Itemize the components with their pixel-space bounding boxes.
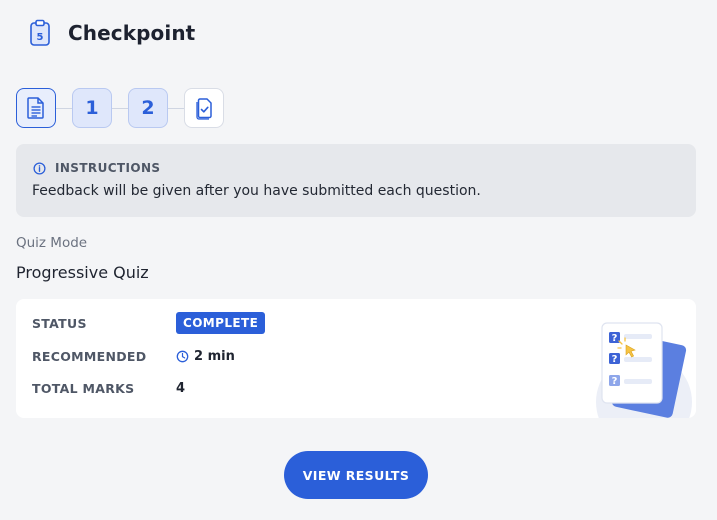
recommended-value: 2 min [176, 349, 235, 364]
recommended-time: 2 min [194, 349, 235, 364]
quiz-mode-value: Progressive Quiz [16, 263, 149, 282]
page-header: 5 Checkpoint [26, 18, 195, 48]
total-marks-label: TOTAL MARKS [32, 381, 135, 396]
quiz-mode-label: Quiz Mode [16, 235, 88, 251]
clipboard-number: 5 [37, 32, 44, 43]
quiz-illustration-icon: ? ? ? [596, 322, 692, 418]
info-icon [33, 161, 46, 175]
page-title: Checkpoint [68, 21, 196, 45]
step-question-1[interactable]: 1 [72, 88, 112, 128]
total-marks-row: TOTAL MARKS 4 [32, 381, 185, 396]
recommended-label: RECOMMENDED [32, 349, 147, 364]
svg-text:?: ? [612, 354, 618, 365]
document-icon [27, 97, 44, 119]
view-results-button[interactable]: VIEW RESULTS [284, 451, 428, 499]
total-marks-value: 4 [176, 381, 186, 396]
status-badge: COMPLETE [176, 312, 266, 334]
clipboard-number-icon: 5 [30, 19, 50, 46]
step-connector [112, 107, 128, 109]
step-question-2[interactable]: 2 [128, 88, 168, 128]
step-connector [56, 107, 72, 109]
instructions-heading: INSTRUCTIONS [33, 161, 160, 175]
clipboard-check-icon [196, 98, 212, 120]
step-instructions[interactable] [16, 88, 56, 128]
svg-text:?: ? [612, 376, 618, 387]
svg-text:?: ? [612, 333, 618, 344]
clock-icon [176, 350, 189, 363]
recommended-row: RECOMMENDED 2 min [32, 349, 235, 364]
instructions-text: Feedback will be given after you have su… [32, 183, 481, 199]
question-stepper: 1 2 [16, 88, 224, 128]
instructions-panel: INSTRUCTIONS Feedback will be given afte… [16, 144, 696, 217]
status-label: STATUS [32, 315, 87, 331]
quiz-details-card: STATUS COMPLETE RECOMMENDED 2 min TOTAL … [16, 299, 696, 418]
status-row: STATUS COMPLETE [32, 312, 266, 334]
step-connector [168, 107, 184, 109]
step-review[interactable] [184, 88, 224, 128]
instructions-title: INSTRUCTIONS [55, 161, 161, 175]
